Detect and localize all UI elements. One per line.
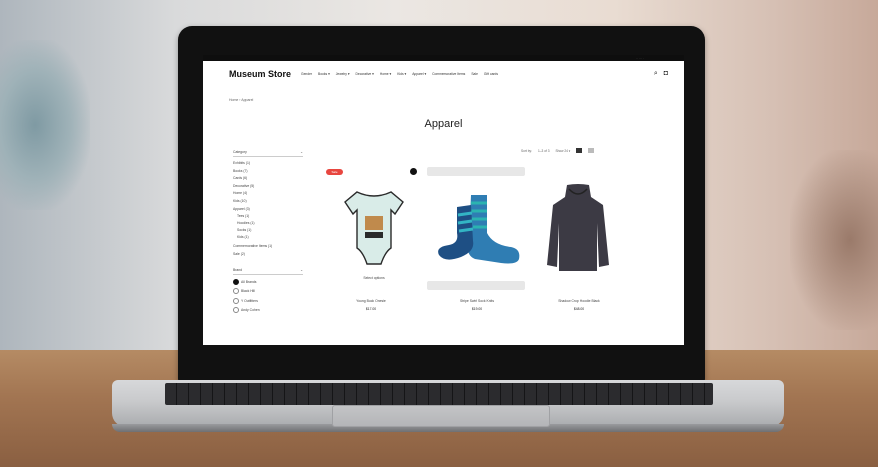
brand-filter-header[interactable]: Brand ⌄ [233,268,303,275]
product-name[interactable]: Young Buck Onesie [321,299,421,303]
brand-radio[interactable]: Y Outfitters [233,297,303,304]
store-topbar: ·· ··· · [203,55,684,61]
sale-badge: Sale [326,169,343,175]
main-menu: Gender Books ▾ Jewelry ▾ Decorative ▾ Ho… [301,72,498,76]
filter-sidebar: Category ⌄ Exhibits (1) Books (7) Cards … [233,150,303,316]
menu-item-kids[interactable]: Kids ▾ [397,72,406,76]
menu-item-gender[interactable]: Gender [301,72,312,76]
laptop-keyboard [165,383,713,405]
product-price: $48.00 [573,307,585,311]
store-logo[interactable]: Museum Store [229,69,291,79]
menu-item-commemorative[interactable]: Commemorative Items [432,72,465,76]
brand-filter-label: Brand [233,267,243,272]
nav-icons: ⌕ ◘ [654,70,668,78]
subcategory-item[interactable]: Hoodies (1) [237,221,303,225]
category-item[interactable]: Home (4) [233,191,303,195]
category-item[interactable]: Decorative (5) [233,184,303,188]
brand-label: Black Hill [241,289,255,294]
radio-icon [233,306,239,313]
product-sub-label: Select options [363,276,385,280]
per-page-dropdown[interactable]: Show 24 ▾ [556,149,571,153]
list-view-icon[interactable] [588,148,595,153]
hoodie-product-image[interactable] [545,183,611,275]
category-item[interactable]: Sale (2) [233,252,303,256]
category-item[interactable]: Kids (10) [233,199,303,203]
product-price: $17.00 [365,307,377,311]
brand-label: All Brands [241,279,257,284]
onesie-product-image[interactable] [343,188,405,268]
category-item[interactable]: Books (7) [233,169,303,173]
category-item[interactable]: Exhibits (1) [233,161,303,165]
socks-product-image[interactable] [431,193,523,265]
menu-item-jewelry[interactable]: Jewelry ▾ [336,72,350,76]
menu-item-apparel[interactable]: Apparel ▾ [412,72,426,76]
radio-selected-icon [233,278,239,285]
bag-icon[interactable]: ◘ [664,70,668,78]
brand-label: Andy Cohen [241,307,260,312]
category-item[interactable]: Commemorative Items (1) [233,244,303,248]
product-name[interactable]: Shadow Crop Hoodie Black [527,299,631,303]
brand-radio[interactable]: Black Hill [233,288,303,295]
sort-bar: Sort by: 1–3 of 3 Show 24 ▾ [521,148,595,153]
product-card-onesie[interactable]: Young Buck Onesie $17.00 [321,295,421,311]
brand-label: Y Outfitters [241,298,258,303]
menu-item-sale[interactable]: Sale [471,72,478,76]
menu-item-books[interactable]: Books ▾ [318,72,330,76]
category-filter-label: Category [233,150,247,154]
search-icon[interactable]: ⌕ [654,70,658,78]
subcategory-item[interactable]: Tees (1) [237,214,303,218]
grid-view-icon[interactable] [576,148,583,153]
brand-radio-all[interactable]: All Brands [233,278,303,285]
placeholder-bar [427,167,525,176]
product-name[interactable]: Stripe Swirl Sock Knits [425,299,529,303]
subcategory-item[interactable]: Socks (1) [237,228,303,232]
product-price: $19.00 [471,307,483,311]
wishlist-dot-icon[interactable] [410,168,417,175]
product-card-hoodie[interactable]: Shadow Crop Hoodie Black $48.00 [527,295,631,311]
background-object-blur [790,150,878,330]
category-filter-header[interactable]: Category ⌄ [233,150,303,157]
category-item[interactable]: Apparel (3) [233,207,303,211]
laptop-screen: ·· ··· · Museum Store Gender Books ▾ Jew… [203,55,684,345]
subcategory-item[interactable]: Kids (1) [237,235,303,239]
store-nav: Museum Store Gender Books ▾ Jewelry ▾ De… [229,67,668,81]
menu-item-gift-cards[interactable]: Gift cards [484,72,498,76]
product-card-socks[interactable]: Stripe Swirl Sock Knits $19.00 [425,295,529,311]
pager-text: 1–3 of 3 [537,148,550,153]
page-title: Apparel [424,118,463,130]
brand-radio[interactable]: Andy Cohen [233,306,303,313]
menu-item-home[interactable]: Home ▾ [380,72,391,76]
menu-item-decorative[interactable]: Decorative ▾ [356,72,374,76]
add-to-cart-button[interactable] [427,281,525,290]
breadcrumb[interactable]: Home › Apparel [229,98,253,102]
chevron-down-icon: ⌄ [300,150,303,154]
laptop-trackpad [332,405,550,427]
background-window-blur [0,40,90,210]
radio-icon [233,288,239,295]
chevron-down-icon: ⌄ [300,267,303,272]
sort-dropdown[interactable]: Sort by: [521,149,532,153]
radio-icon [233,297,239,304]
category-item[interactable]: Cards (6) [233,176,303,180]
